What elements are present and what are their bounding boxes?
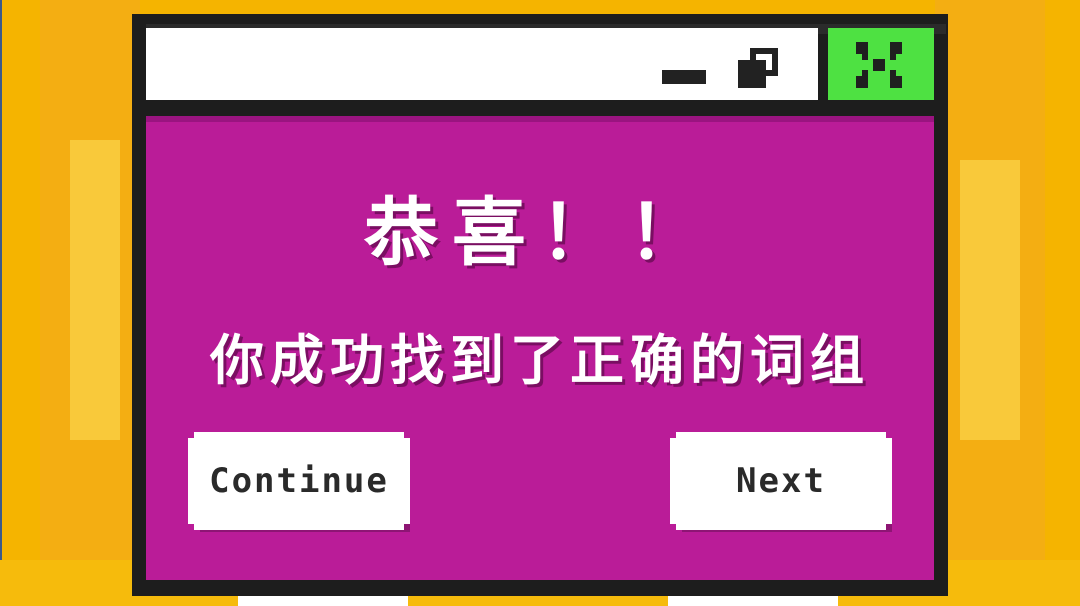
- panel-top-shadow: [146, 116, 934, 122]
- minimize-icon[interactable]: [662, 70, 706, 84]
- background-pixel-band: [70, 140, 120, 440]
- background-card-peek: [668, 596, 838, 606]
- close-button[interactable]: [828, 28, 934, 100]
- close-icon: [856, 42, 902, 88]
- dialog-message: 你成功找到了正确的词组: [210, 329, 870, 392]
- window-titlebar[interactable]: [146, 28, 818, 100]
- restore-icon[interactable]: [738, 48, 778, 88]
- next-button[interactable]: Next: [676, 438, 886, 524]
- continue-button[interactable]: Continue: [194, 438, 404, 524]
- restore-icon-front-square: [738, 60, 766, 88]
- dialog-title: 恭喜！！: [364, 190, 716, 276]
- background-card-peek: [238, 596, 408, 606]
- background-edge: [0, 0, 2, 606]
- background-pixel-band: [960, 160, 1020, 440]
